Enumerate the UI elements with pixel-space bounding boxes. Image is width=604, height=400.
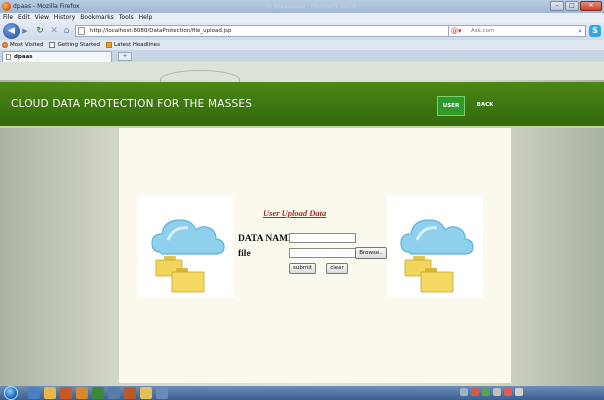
search-engine-icon[interactable]: @▾ — [451, 27, 462, 35]
file-label: file — [238, 249, 251, 259]
web-page: CLOUD DATA PROTECTION FOR THE MASSES USE… — [0, 62, 604, 386]
stop-icon[interactable]: ✕ — [49, 25, 59, 36]
close-button[interactable]: ✕ — [580, 1, 602, 11]
page-small-icon — [49, 42, 56, 48]
window-controls: – □ ✕ — [549, 1, 602, 12]
tray-icon[interactable] — [482, 388, 490, 396]
folder-icon[interactable] — [140, 387, 152, 399]
explorer-icon[interactable] — [44, 387, 56, 399]
reload-icon[interactable]: ↻ — [35, 25, 45, 36]
menu-file[interactable]: File — [3, 13, 13, 22]
bookmark-latest-headlines[interactable]: Latest Headlines — [106, 40, 160, 50]
cloud-folder-image-right — [387, 196, 483, 298]
system-tray — [460, 388, 526, 396]
tray-icon[interactable] — [471, 388, 479, 396]
word-icon[interactable] — [156, 387, 168, 399]
tab-dpaas[interactable]: dpaas — [2, 51, 112, 62]
window-titlebar: dpaas - Mozilla Firefox ondpaadasds - Mi… — [0, 0, 604, 13]
maximize-button[interactable]: □ — [565, 1, 579, 11]
back-icon[interactable]: ◀ — [3, 23, 20, 39]
start-button-icon[interactable] — [4, 386, 18, 400]
ie-icon[interactable] — [28, 387, 40, 399]
tray-icon[interactable] — [504, 388, 512, 396]
chrome-icon[interactable] — [92, 387, 104, 399]
forward-icon[interactable]: ▶ — [20, 26, 30, 36]
tab-label: dpaas — [14, 54, 33, 60]
skype-icon[interactable]: S — [589, 25, 601, 37]
submit-button[interactable]: submit — [289, 263, 316, 274]
volume-icon[interactable] — [515, 388, 523, 396]
search-input[interactable] — [471, 27, 561, 35]
menu-edit[interactable]: Edit — [18, 13, 30, 22]
taskbar — [0, 386, 604, 400]
rss-icon — [106, 42, 113, 48]
file-path-input[interactable] — [289, 248, 356, 258]
nav-user-button[interactable]: USER — [437, 96, 465, 116]
bookmarks-bar: Most Visited Getting Started Latest Head… — [0, 40, 604, 50]
window-title: dpaas - Mozilla Firefox — [13, 3, 80, 10]
data-name-input[interactable] — [289, 233, 356, 243]
clear-button[interactable]: clear — [326, 263, 348, 274]
page-icon — [78, 27, 85, 35]
menu-tools[interactable]: Tools — [119, 13, 134, 22]
navigation-toolbar: ◀ ▶ ↻ ✕ ⌂ http://localhost:8080/DataProt… — [0, 22, 604, 40]
page-icon — [6, 54, 11, 60]
search-icon[interactable]: ⌕ — [578, 27, 582, 36]
menu-view[interactable]: View — [35, 13, 49, 22]
content-panel: User Upload Data DATA NAME file Browse..… — [119, 128, 511, 383]
search-box[interactable]: @▾ ⌕ — [448, 25, 586, 37]
media-player-icon[interactable] — [60, 387, 72, 399]
address-url[interactable]: http://localhost:8080/DataProtection/fil… — [90, 28, 232, 34]
bookmark-label: Latest Headlines — [114, 42, 160, 48]
nav-back-button[interactable]: BACK — [474, 96, 496, 116]
tray-icon[interactable] — [460, 388, 468, 396]
tab-strip: dpaas + — [0, 50, 604, 62]
page-top-strip — [0, 62, 604, 90]
browse-button[interactable]: Browse.. — [355, 247, 387, 259]
bookmark-most-visited[interactable]: Most Visited — [2, 40, 43, 50]
firefox-icon — [2, 2, 11, 11]
cloud-folder-image-left — [138, 196, 234, 298]
minimize-button[interactable]: – — [550, 1, 564, 11]
firefox-small-icon — [2, 42, 8, 48]
bookmark-getting-started[interactable]: Getting Started — [49, 40, 100, 50]
bookmark-label: Getting Started — [57, 42, 101, 48]
menu-bar: File Edit View History Bookmarks Tools H… — [0, 13, 604, 22]
data-name-label: DATA NAME — [238, 234, 295, 244]
bookmark-label: Most Visited — [10, 42, 44, 48]
window-ghost-title: ondpaadasds - Microsoft Word — [265, 3, 356, 10]
app-icon[interactable] — [124, 387, 136, 399]
firefox-taskbar-icon[interactable] — [76, 387, 88, 399]
taskbar-items — [28, 387, 172, 399]
app-icon[interactable] — [108, 387, 120, 399]
menu-history[interactable]: History — [54, 13, 75, 22]
form-heading: User Upload Data — [263, 208, 327, 218]
new-tab-button[interactable]: + — [118, 52, 132, 61]
menu-bookmarks[interactable]: Bookmarks — [80, 13, 114, 22]
home-icon[interactable]: ⌂ — [61, 25, 72, 36]
site-header: CLOUD DATA PROTECTION FOR THE MASSES USE… — [0, 82, 604, 128]
site-title: CLOUD DATA PROTECTION FOR THE MASSES — [11, 98, 253, 110]
menu-help[interactable]: Help — [139, 13, 153, 22]
network-icon[interactable] — [493, 388, 501, 396]
